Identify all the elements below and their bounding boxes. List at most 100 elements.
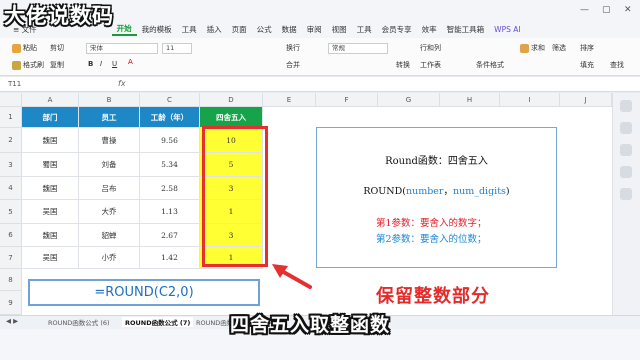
tab-tools[interactable]: 工具 (352, 24, 377, 35)
header-employee[interactable]: 员工 (79, 107, 140, 128)
tab-templates[interactable]: 我的模板 (137, 24, 177, 35)
cond-format-button[interactable]: 条件格式 (476, 60, 504, 70)
font-color-icon[interactable]: A (128, 58, 133, 66)
tab-data[interactable]: 数据 (277, 24, 302, 35)
col-header-c[interactable]: C (140, 93, 200, 107)
table-cell[interactable]: 5.34 (140, 153, 200, 177)
minimize-icon[interactable]: — (580, 5, 589, 15)
tab-tools-1[interactable]: 工具 (177, 24, 202, 35)
table-cell[interactable]: 吕布 (79, 177, 140, 200)
filter-button[interactable]: 筛选 (552, 43, 566, 53)
tab-formula[interactable]: 公式 (252, 24, 277, 35)
syntax-arg1: number (405, 186, 444, 197)
table-cell[interactable]: 大乔 (79, 200, 140, 224)
tab-home[interactable]: 开始 (111, 23, 137, 36)
table-cell[interactable]: 魏国 (22, 177, 79, 200)
col-header-d[interactable]: D (200, 93, 263, 107)
side-tool-icon[interactable] (620, 188, 632, 200)
col-header-b[interactable]: B (79, 93, 140, 107)
sheet-tab[interactable]: ROUND函数公式 (6) (48, 317, 110, 327)
row-header-9[interactable]: 9 (0, 291, 22, 315)
table-cell[interactable]: 9.56 (140, 128, 200, 153)
row-header-5[interactable]: 5 (0, 200, 22, 224)
table-cell[interactable]: 貂蝉 (79, 224, 140, 247)
param1-text: 第1参数：要舍入的数字； (376, 218, 487, 229)
info-panel (316, 127, 557, 268)
paste-button[interactable]: 粘贴 (12, 43, 37, 53)
side-tool-icon[interactable] (620, 144, 632, 156)
tab-page[interactable]: 页面 (227, 24, 252, 35)
caption-main: 四舍五入取整函数 (230, 314, 391, 336)
col-header-i[interactable]: I (500, 93, 560, 107)
number-format-select[interactable]: 常规 (328, 43, 388, 54)
tab-view[interactable]: 视图 (327, 24, 352, 35)
wrap-label: 换行 (286, 44, 300, 52)
header-rounded[interactable]: 四舍五入 (200, 107, 263, 128)
select-all-corner[interactable] (0, 93, 22, 107)
tab-member[interactable]: 会员专享 (377, 24, 417, 35)
convert-button[interactable]: 转换 (396, 60, 410, 70)
wps-ai-button[interactable]: WPS AI (489, 25, 525, 34)
col-header-g[interactable]: G (378, 93, 440, 107)
underline-button[interactable]: U (112, 60, 117, 68)
table-cell[interactable]: 魏国 (22, 224, 79, 247)
tab-nav-icon[interactable]: ◀ ▶ (6, 317, 18, 325)
table-cell[interactable]: 刘备 (79, 153, 140, 177)
merge-button[interactable]: 合并 (286, 60, 300, 70)
worksheet-button[interactable]: 工作表 (420, 60, 441, 70)
fill-button[interactable]: 填充 (580, 60, 594, 70)
format-painter-button[interactable]: 格式刷 (12, 60, 44, 70)
table-cell[interactable]: 1.42 (140, 247, 200, 269)
find-button[interactable]: 查找 (610, 60, 624, 70)
row-header-3[interactable]: 3 (0, 153, 22, 177)
sort-button[interactable]: 排序 (580, 43, 594, 53)
tab-insert[interactable]: 插入 (202, 24, 227, 35)
row-header-7[interactable]: 7 (0, 247, 22, 269)
font-family-select[interactable]: 宋体 (86, 43, 158, 54)
ribbon-toolbar: 粘贴 格式刷 剪切 复制 宋体 11 B I U A 换行 合并 常规 转换 行… (0, 38, 640, 76)
table-cell[interactable]: 吴国 (22, 200, 79, 224)
table-cell[interactable]: 蜀国 (22, 153, 79, 177)
tab-review[interactable]: 审阅 (302, 24, 327, 35)
italic-button[interactable]: I (100, 60, 102, 68)
name-box[interactable]: T11 (8, 80, 78, 90)
info-title: Round函数：四舍五入 (385, 156, 488, 167)
row-header-8[interactable]: 8 (0, 269, 22, 291)
font-size-select[interactable]: 11 (162, 43, 192, 54)
header-dept[interactable]: 部门 (22, 107, 79, 128)
maximize-icon[interactable]: ▢ (602, 5, 611, 15)
tab-efficiency[interactable]: 效率 (417, 24, 442, 35)
sheet-tab-active[interactable]: ROUND函数公式 (7) (122, 317, 194, 327)
row-col-button[interactable]: 行和列 (420, 43, 441, 53)
row-header-1[interactable]: 1 (0, 107, 22, 128)
col-header-a[interactable]: A (22, 93, 79, 107)
table-cell[interactable]: 1.13 (140, 200, 200, 224)
fx-icon[interactable]: fx (118, 79, 126, 88)
table-cell[interactable]: 吴国 (22, 247, 79, 269)
side-tool-icon[interactable] (620, 100, 632, 112)
col-header-h[interactable]: H (440, 93, 500, 107)
row-header-2[interactable]: 2 (0, 128, 22, 153)
table-cell[interactable]: 2.67 (140, 224, 200, 247)
col-header-j[interactable]: J (560, 93, 612, 107)
sum-button[interactable]: 求和 (520, 43, 545, 53)
col-header-f[interactable]: F (316, 93, 378, 107)
wrap-button[interactable]: 换行 (286, 43, 300, 53)
copy-button[interactable]: 复制 (50, 60, 64, 70)
tab-smart-toolbox[interactable]: 智能工具箱 (442, 24, 490, 35)
filter-label: 筛选 (552, 44, 566, 52)
table-cell[interactable]: 小乔 (79, 247, 140, 269)
table-cell[interactable]: 2.58 (140, 177, 200, 200)
side-tool-icon[interactable] (620, 166, 632, 178)
row-header-6[interactable]: 6 (0, 224, 22, 247)
cut-button[interactable]: 剪切 (50, 43, 64, 53)
bold-button[interactable]: B (88, 60, 93, 68)
row-header-4[interactable]: 4 (0, 177, 22, 200)
header-years[interactable]: 工龄（年） (140, 107, 200, 128)
side-tool-icon[interactable] (620, 122, 632, 134)
col-header-e[interactable]: E (263, 93, 316, 107)
syntax-fn: ROUND( (363, 186, 406, 197)
table-cell[interactable]: 曹操 (79, 128, 140, 153)
close-icon[interactable]: ✕ (624, 5, 632, 15)
table-cell[interactable]: 魏国 (22, 128, 79, 153)
